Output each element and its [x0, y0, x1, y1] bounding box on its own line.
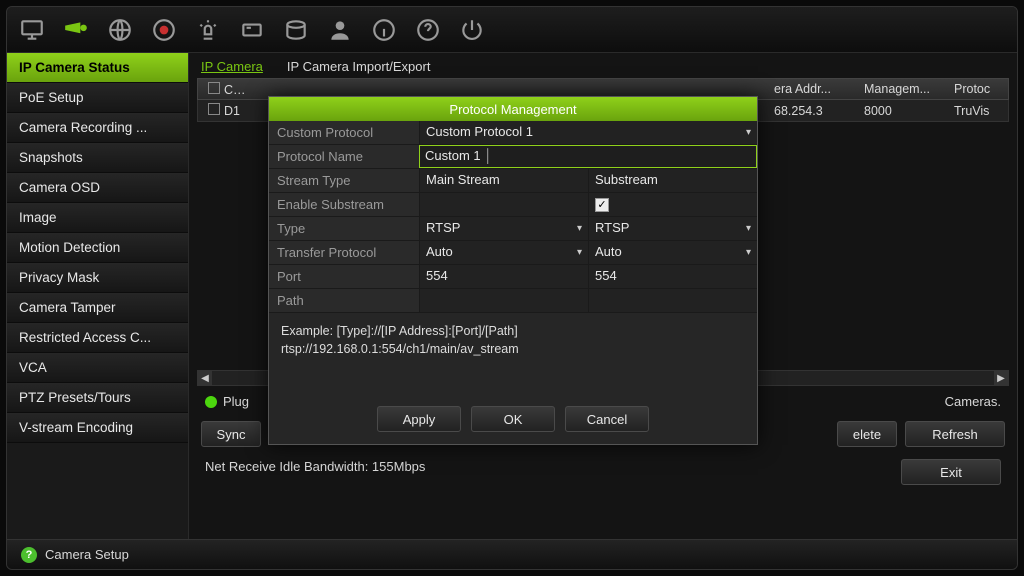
- row-port: 8000: [858, 104, 948, 118]
- scroll-right-icon[interactable]: ▶: [994, 371, 1008, 385]
- stream-main-header: Main Stream: [419, 169, 588, 192]
- dialog-title: Protocol Management: [269, 97, 757, 121]
- footer-title: Camera Setup: [45, 547, 129, 562]
- col-proto: Protoc: [948, 82, 1008, 96]
- ok-button[interactable]: OK: [471, 406, 555, 432]
- sidebar-item-vca[interactable]: VCA: [7, 353, 188, 383]
- refresh-button[interactable]: Refresh: [905, 421, 1005, 447]
- sidebar: IP Camera Status PoE Setup Camera Record…: [7, 53, 189, 539]
- path-main-input[interactable]: [419, 289, 588, 312]
- protocol-name-label: Protocol Name: [269, 145, 419, 168]
- sidebar-item-vstream-encoding[interactable]: V-stream Encoding: [7, 413, 188, 443]
- row-addr: 68.254.3: [768, 104, 858, 118]
- row-checkbox[interactable]: [208, 103, 220, 115]
- custom-protocol-select[interactable]: Custom Protocol 1▾: [419, 121, 757, 144]
- header-checkbox[interactable]: [208, 82, 220, 94]
- protocol-name-input[interactable]: Custom 1 │: [419, 145, 757, 168]
- footer-help-icon[interactable]: ?: [21, 547, 37, 563]
- sidebar-item-privacy-mask[interactable]: Privacy Mask: [7, 263, 188, 293]
- chevron-down-icon: ▾: [746, 247, 751, 258]
- transfer-main-select[interactable]: Auto▾: [419, 241, 588, 264]
- info-icon[interactable]: [369, 15, 399, 45]
- type-sub-select[interactable]: RTSP▾: [588, 217, 757, 240]
- alarm-icon[interactable]: [193, 15, 223, 45]
- stream-type-label: Stream Type: [269, 169, 419, 192]
- sidebar-item-ptz-presets[interactable]: PTZ Presets/Tours: [7, 383, 188, 413]
- enable-substream-checkbox[interactable]: ✓: [588, 193, 757, 216]
- delete-button[interactable]: elete: [837, 421, 897, 447]
- path-label: Path: [269, 289, 419, 312]
- port-sub-input[interactable]: 554: [588, 265, 757, 288]
- camera-icon[interactable]: [61, 15, 91, 45]
- chevron-down-icon: ▾: [746, 127, 751, 138]
- hdd-icon[interactable]: [281, 15, 311, 45]
- sidebar-item-motion-detection[interactable]: Motion Detection: [7, 233, 188, 263]
- tab-ip-camera-import-export[interactable]: IP Camera Import/Export: [287, 59, 431, 74]
- protocol-management-dialog: Protocol Management Custom Protocol Cust…: [268, 96, 758, 445]
- col-mgmt: Managem...: [858, 82, 948, 96]
- power-icon[interactable]: [457, 15, 487, 45]
- row-id: D1: [224, 104, 240, 118]
- help-icon[interactable]: [413, 15, 443, 45]
- sidebar-item-ip-camera-status[interactable]: IP Camera Status: [7, 53, 188, 83]
- scroll-left-icon[interactable]: ◀: [198, 371, 212, 385]
- status-cameras: Cameras.: [945, 394, 1001, 409]
- device-icon[interactable]: [237, 15, 267, 45]
- monitor-icon[interactable]: [17, 15, 47, 45]
- transfer-protocol-label: Transfer Protocol: [269, 241, 419, 264]
- footer: ? Camera Setup: [7, 539, 1017, 569]
- col-camera: Came: [224, 83, 257, 97]
- col-addr: era Addr...: [768, 82, 858, 96]
- chevron-down-icon: ▾: [577, 223, 582, 234]
- user-icon[interactable]: [325, 15, 355, 45]
- status-plug: Plug: [223, 394, 249, 409]
- custom-protocol-label: Custom Protocol: [269, 121, 419, 144]
- cancel-button[interactable]: Cancel: [565, 406, 649, 432]
- text-cursor-icon: │: [481, 148, 493, 163]
- chevron-down-icon: ▾: [746, 223, 751, 234]
- enable-substream-main: [419, 193, 588, 216]
- sync-button[interactable]: Sync: [201, 421, 261, 447]
- type-label: Type: [269, 217, 419, 240]
- stream-sub-header: Substream: [588, 169, 757, 192]
- sidebar-item-camera-tamper[interactable]: Camera Tamper: [7, 293, 188, 323]
- record-icon[interactable]: [149, 15, 179, 45]
- sidebar-item-poe-setup[interactable]: PoE Setup: [7, 83, 188, 113]
- exit-button[interactable]: Exit: [901, 459, 1001, 485]
- globe-icon[interactable]: [105, 15, 135, 45]
- sidebar-item-restricted-access[interactable]: Restricted Access C...: [7, 323, 188, 353]
- port-main-input[interactable]: 554: [419, 265, 588, 288]
- checkbox-checked-icon: ✓: [595, 198, 609, 212]
- sidebar-item-camera-recording[interactable]: Camera Recording ...: [7, 113, 188, 143]
- apply-button[interactable]: Apply: [377, 406, 461, 432]
- row-proto: TruVis: [948, 104, 1008, 118]
- chevron-down-icon: ▾: [577, 247, 582, 258]
- path-sub-input[interactable]: [588, 289, 757, 312]
- sidebar-item-snapshots[interactable]: Snapshots: [7, 143, 188, 173]
- port-label: Port: [269, 265, 419, 288]
- bandwidth-text: Net Receive Idle Bandwidth: 155Mbps Exit: [189, 451, 1017, 493]
- tab-ip-camera[interactable]: IP Camera: [201, 59, 263, 74]
- type-main-select[interactable]: RTSP▾: [419, 217, 588, 240]
- example-text: Example: [Type]://[IP Address]:[Port]/[P…: [269, 313, 757, 398]
- content-tabs: IP Camera IP Camera Import/Export: [189, 53, 1017, 78]
- transfer-sub-select[interactable]: Auto▾: [588, 241, 757, 264]
- top-toolbar: [7, 7, 1017, 53]
- enable-substream-label: Enable Substream: [269, 193, 419, 216]
- status-dot-icon: [205, 396, 217, 408]
- sidebar-item-image[interactable]: Image: [7, 203, 188, 233]
- sidebar-item-camera-osd[interactable]: Camera OSD: [7, 173, 188, 203]
